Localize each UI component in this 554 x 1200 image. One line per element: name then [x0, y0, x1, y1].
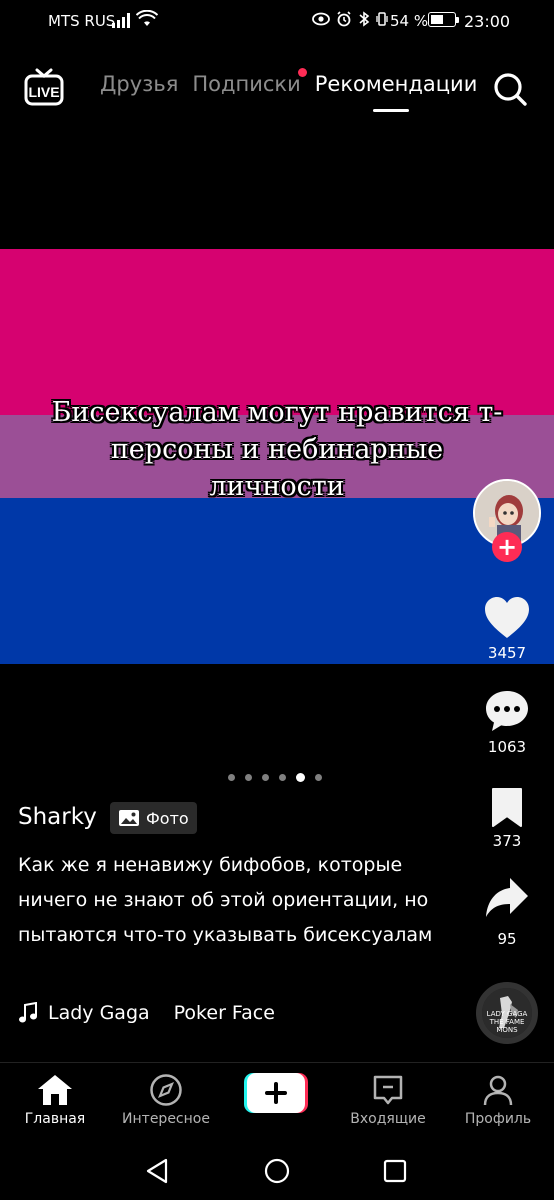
- notification-dot: [297, 68, 307, 77]
- svg-text:LIVE: LIVE: [28, 84, 59, 100]
- status-icons: [312, 11, 388, 27]
- sound-title: Poker Face: [173, 1002, 275, 1024]
- carousel-dot: [262, 774, 269, 781]
- home-icon: [38, 1075, 72, 1105]
- share-button[interactable]: 95: [478, 876, 536, 948]
- profile-icon: [483, 1075, 513, 1106]
- photo-badge: Фото: [110, 802, 197, 834]
- feed-tabs: Друзья Подписки Рекомендации: [100, 68, 477, 112]
- system-navigation-bar: [0, 1142, 554, 1200]
- battery-percent: 54 %: [390, 12, 429, 30]
- nav-home[interactable]: Главная: [5, 1073, 105, 1127]
- post-caption[interactable]: Как же я ненавижу бифобов, которые ничег…: [18, 848, 438, 953]
- nav-inbox[interactable]: Входящие: [338, 1073, 438, 1127]
- tab-for-you[interactable]: Рекомендации: [315, 72, 477, 112]
- share-arrow-icon: [486, 878, 528, 917]
- carousel-dot: [228, 774, 235, 781]
- home-circle-icon[interactable]: [262, 1156, 292, 1186]
- carousel-indicator: [228, 773, 322, 782]
- nav-discover[interactable]: Интересное: [116, 1073, 216, 1127]
- photo-badge-label: Фото: [146, 808, 189, 828]
- album-cover-text: LADY GAGA THE FAME MONS: [486, 1010, 528, 1034]
- save-button[interactable]: 373: [478, 786, 536, 850]
- bluetooth-icon: [359, 11, 370, 27]
- plus-icon: +: [496, 533, 518, 561]
- nav-profile-label: Профиль: [464, 1111, 532, 1127]
- flag-stripe-pink: [0, 249, 554, 415]
- compass-icon: [150, 1074, 182, 1106]
- search-icon[interactable]: [492, 71, 528, 107]
- like-button[interactable]: 3457: [478, 596, 536, 662]
- carousel-dot: [315, 774, 322, 781]
- image-overlay-text: Бисексуалам могут нравится т-персоны и н…: [51, 397, 503, 502]
- music-note-icon: [19, 1002, 37, 1023]
- wifi-icon: [136, 10, 158, 26]
- recents-icon[interactable]: [380, 1156, 410, 1186]
- live-tv-icon[interactable]: LIVE: [24, 68, 64, 106]
- like-count: 3457: [487, 644, 527, 662]
- alarm-icon: [337, 11, 351, 27]
- tab-following[interactable]: Подписки: [192, 68, 307, 96]
- sound-link[interactable]: Lady Gaga Poker Face: [18, 1002, 275, 1024]
- comment-count: 1063: [487, 738, 527, 756]
- flag-stripe-blue: [0, 498, 554, 664]
- signal-icon: [112, 13, 130, 28]
- carousel-dot: [245, 774, 252, 781]
- heart-icon: [485, 597, 529, 638]
- author-name[interactable]: Sharky: [18, 804, 97, 830]
- comment-icon: [486, 691, 528, 731]
- nav-discover-label: Интересное: [122, 1111, 210, 1127]
- tab-friends[interactable]: Друзья: [100, 72, 178, 96]
- save-count: 373: [492, 832, 522, 850]
- carrier-label: MTS RUS: [48, 12, 116, 30]
- status-bar: MTS RUS 54 % 23:00: [0, 0, 554, 44]
- carousel-dot-active: [296, 773, 305, 782]
- tab-following-label: Подписки: [192, 72, 301, 96]
- inbox-icon: [373, 1075, 403, 1105]
- nav-inbox-label: Входящие: [350, 1111, 426, 1127]
- bookmark-icon: [492, 788, 522, 827]
- clock: 23:00: [464, 12, 511, 31]
- music-disc[interactable]: LADY GAGA THE FAME MONS: [476, 982, 538, 1044]
- create-post-button[interactable]: [244, 1073, 308, 1113]
- photo-icon: [119, 810, 139, 826]
- nav-home-label: Главная: [24, 1111, 86, 1127]
- sound-artist: Lady Gaga: [48, 1002, 150, 1024]
- follow-button[interactable]: +: [492, 532, 522, 562]
- nav-profile[interactable]: Профиль: [448, 1073, 548, 1127]
- vibrate-icon: [376, 12, 388, 26]
- share-count: 95: [497, 930, 517, 948]
- carousel-dot: [279, 774, 286, 781]
- comment-button[interactable]: 1063: [478, 688, 536, 756]
- eye-icon: [312, 12, 330, 26]
- back-icon[interactable]: [142, 1156, 172, 1186]
- battery-icon: [428, 12, 459, 27]
